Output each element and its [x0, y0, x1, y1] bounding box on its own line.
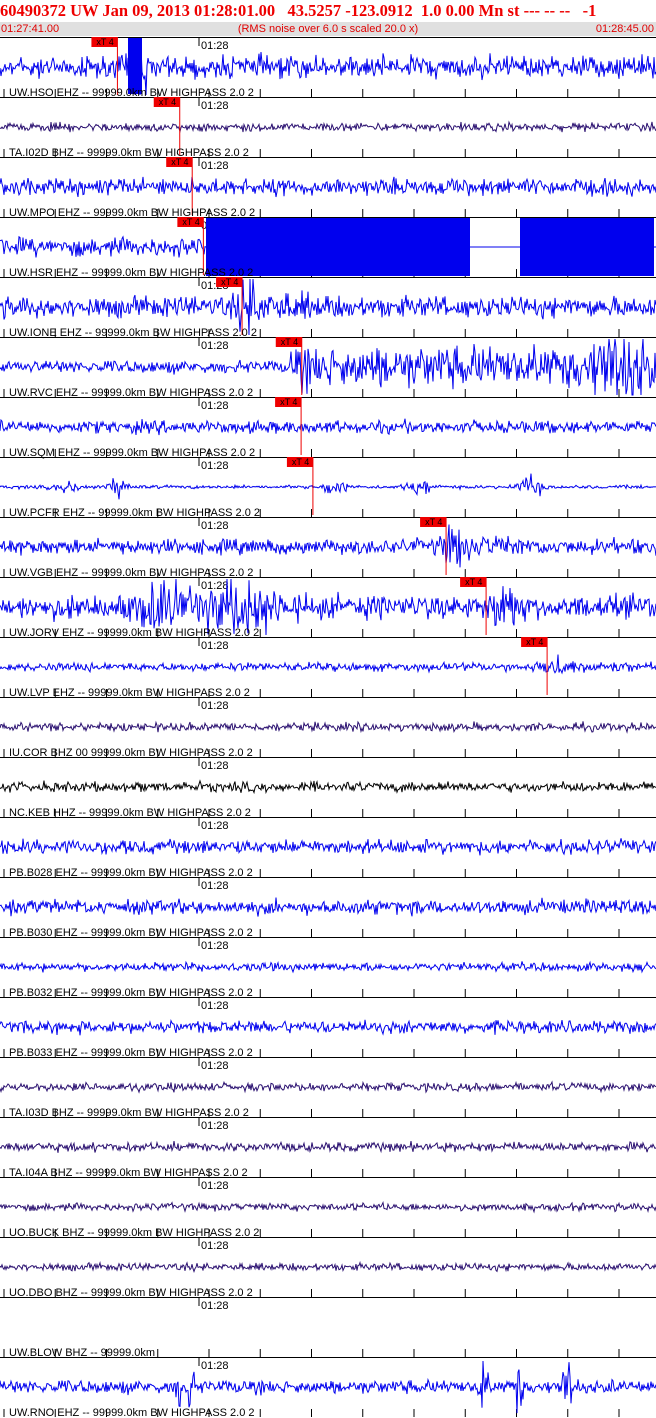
minute-label: 01:28	[201, 1360, 229, 1372]
waveform-trace	[0, 1200, 656, 1214]
waveform-trace	[0, 1018, 656, 1036]
header: 60490372 UW Jan 09, 2013 01:28:01.00 43.…	[0, 0, 656, 37]
station-label: UW.RNO EHZ -- 99999.0km BW HIGHPASS 2.0 …	[9, 1407, 255, 1418]
minute-label: 01:28	[201, 1060, 229, 1072]
minute-label: 01:28	[201, 820, 229, 832]
pick-label: xT 4	[221, 277, 238, 287]
minute-label: 01:28	[201, 700, 229, 712]
waveform-trace	[0, 176, 656, 198]
minute-label: 01:28	[201, 880, 229, 892]
waveform-trace	[0, 473, 656, 500]
minute-label: 01:28	[201, 1180, 229, 1192]
saturated-block	[520, 218, 654, 276]
minute-label: 01:28	[201, 520, 229, 532]
minute-label: 01:28	[201, 1120, 229, 1132]
waveform-trace	[0, 1260, 656, 1274]
minute-label: 01:28	[201, 760, 229, 772]
waveform-trace	[0, 897, 656, 917]
minute-label: 01:28	[201, 940, 229, 952]
minute-label: 01:28	[201, 400, 229, 412]
clipped-burst	[128, 38, 142, 94]
waveform-trace	[0, 524, 656, 568]
pick-label: xT 4	[526, 637, 543, 647]
minute-label: 01:28	[201, 1240, 229, 1252]
waveform-trace	[0, 838, 656, 856]
waveform-trace	[0, 779, 656, 795]
end-time: 01:28:45.00	[595, 23, 654, 35]
waveform-trace	[0, 120, 656, 133]
pick-label: xT 4	[281, 337, 298, 347]
waveform-trace	[0, 418, 656, 436]
minute-label: 01:28	[201, 40, 229, 52]
pick-label: xT 4	[280, 397, 297, 407]
waveform-trace	[0, 960, 656, 974]
waveform-trace	[0, 1140, 656, 1154]
pick-label: xT 4	[425, 517, 442, 527]
minute-label: 01:28	[201, 100, 229, 112]
minute-label: 01:28	[201, 160, 229, 172]
pick-label: xT 4	[292, 457, 309, 467]
minute-label: 01:28	[201, 1300, 229, 1312]
waveform-trace	[0, 1360, 656, 1414]
minute-label: 01:28	[201, 460, 229, 472]
minute-label: 01:28	[201, 640, 229, 652]
waveform-trace	[0, 720, 656, 734]
time-bar: 01:27:41.00 (RMS noise over 6.0 s scaled…	[0, 22, 656, 36]
seismogram-plot: 01:28xT 4UW.HSO EHZ -- 99999.0km BW HIGH…	[0, 37, 656, 1418]
minute-label: 01:28	[201, 1000, 229, 1012]
pick-label: xT 4	[171, 157, 188, 167]
minute-label: 01:28	[201, 340, 229, 352]
pick-label: xT 4	[182, 217, 199, 227]
waveform-trace	[0, 654, 656, 675]
pick-label: xT 4	[159, 97, 176, 107]
event-title: 60490372 UW Jan 09, 2013 01:28:01.00 43.…	[0, 1, 597, 20]
pick-label: xT 4	[96, 37, 113, 47]
minute-label: 01:28	[201, 580, 229, 592]
rms-note: (RMS noise over 6.0 s scaled 20.0 x)	[237, 23, 419, 35]
pick-label: xT 4	[465, 577, 482, 587]
waveform-trace	[0, 1080, 656, 1094]
